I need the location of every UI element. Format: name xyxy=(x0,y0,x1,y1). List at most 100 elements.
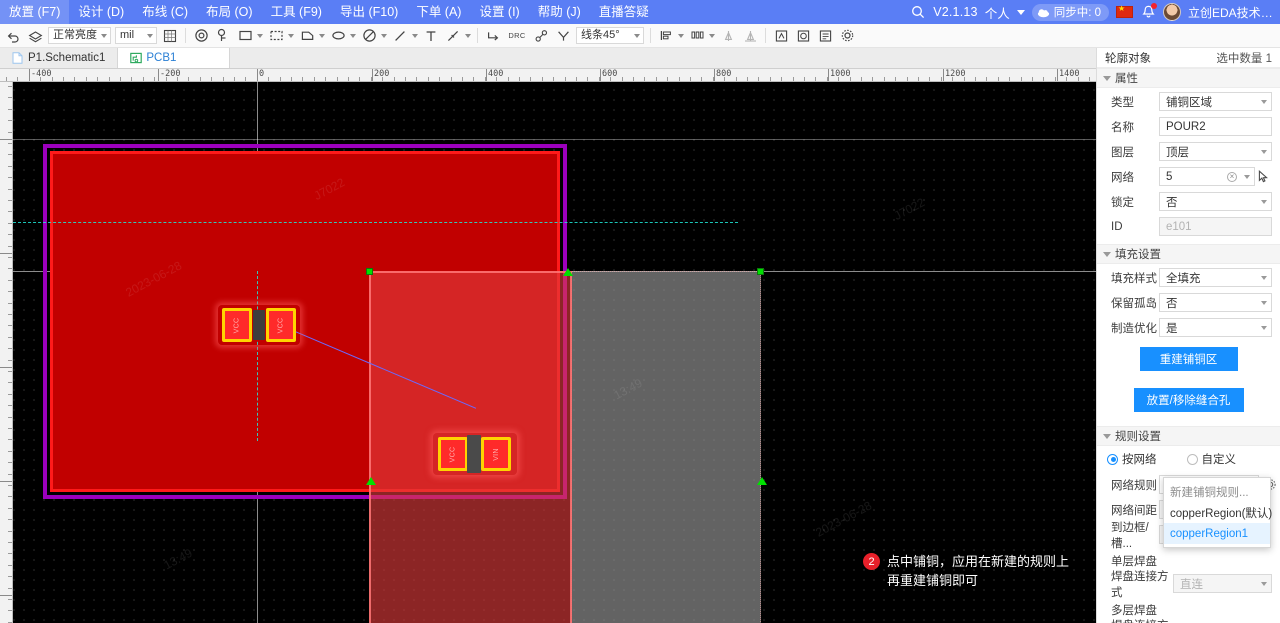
menu-live-qa[interactable]: 直播答疑 xyxy=(590,0,658,24)
ellipse-tool-dropdown[interactable] xyxy=(327,25,358,47)
stitching-via-button[interactable]: 放置/移除缝合孔 xyxy=(1133,388,1244,412)
dimension-icon[interactable] xyxy=(442,25,464,47)
align-tool-dropdown[interactable] xyxy=(655,25,686,47)
selection-handle-bottom-left[interactable] xyxy=(366,477,376,485)
distribute-tool-dropdown[interactable] xyxy=(686,25,717,47)
selection-handle-top-right[interactable] xyxy=(757,268,764,275)
no-copper-tool-dropdown[interactable] xyxy=(358,25,389,47)
net-picker-icon[interactable] xyxy=(1258,170,1270,183)
pad-c1-2[interactable]: VCC xyxy=(266,308,296,342)
fill-style-select[interactable]: 全填充 xyxy=(1159,268,1272,287)
measure-icon[interactable] xyxy=(552,25,574,47)
tab-schematic-label: P1.Schematic1 xyxy=(28,52,106,64)
type-select[interactable]: 铺铜区域 xyxy=(1159,92,1272,111)
3d-icon[interactable] xyxy=(792,25,814,47)
layer-select[interactable]: 顶层 xyxy=(1159,142,1272,161)
pcb-board-canvas[interactable]: VCC VCC VCC VIN 2023-06-28 J7022 13:49 2… xyxy=(13,82,1096,623)
ruler-tick-major xyxy=(0,481,12,482)
chevron-down-icon xyxy=(147,33,153,38)
pcb-canvas-area[interactable]: -400 -200 0 200 400 600 800 1000 1200 1400 xyxy=(0,69,1096,623)
distribute-icon[interactable] xyxy=(686,25,708,47)
unit-select[interactable]: mil xyxy=(115,27,157,44)
keep-island-select[interactable]: 否 xyxy=(1159,293,1272,312)
menu-route[interactable]: 布线 (C) xyxy=(133,0,197,24)
menu-export[interactable]: 导出 (F10) xyxy=(331,0,407,24)
via-icon[interactable] xyxy=(190,25,212,47)
net-select[interactable]: 5 × xyxy=(1159,167,1255,186)
sync-status-badge[interactable]: 同步中: 0 xyxy=(1031,3,1109,21)
dropdown-item-copper-region1[interactable]: copperRegion1 xyxy=(1164,523,1270,544)
tab-pcb[interactable]: PCB1 xyxy=(118,48,231,68)
menu-settings[interactable]: 设置 (I) xyxy=(470,0,528,24)
copper-region-dropdown[interactable] xyxy=(265,25,296,47)
dimension-tool-dropdown[interactable] xyxy=(442,25,473,47)
section-properties[interactable]: 属性 xyxy=(1097,68,1280,88)
polygon-tool-dropdown[interactable] xyxy=(296,25,327,47)
mirror-icon[interactable] xyxy=(739,25,761,47)
rule-mode-by-net[interactable]: 按网络 xyxy=(1107,451,1157,467)
menu-layout[interactable]: 布局 (O) xyxy=(197,0,262,24)
menu-help[interactable]: 帮助 (J) xyxy=(529,0,590,24)
rule-mode-custom[interactable]: 自定义 xyxy=(1186,451,1236,467)
component-body xyxy=(467,435,481,473)
brightness-select[interactable]: 正常亮度 xyxy=(48,27,111,44)
text-icon[interactable] xyxy=(420,25,442,47)
copper-region-gray[interactable] xyxy=(571,271,761,623)
vertical-ruler[interactable] xyxy=(0,82,13,623)
row-lock: 锁定 否 xyxy=(1097,190,1280,213)
pad-c2-vcc[interactable]: VCC xyxy=(438,437,468,471)
menu-order[interactable]: 下单 (A) xyxy=(407,0,470,24)
menu-design[interactable]: 设计 (D) xyxy=(69,0,133,24)
pad-c1-1[interactable]: VCC xyxy=(222,308,252,342)
selection-handle-top-mid[interactable] xyxy=(563,268,573,276)
no-copper-icon[interactable] xyxy=(358,25,380,47)
rebuild-copper-button[interactable]: 重建铺铜区 xyxy=(1139,347,1238,371)
tab-schematic[interactable]: P1.Schematic1 xyxy=(0,48,119,68)
lock-select[interactable]: 否 xyxy=(1159,192,1272,211)
menu-tools[interactable]: 工具 (F9) xyxy=(262,0,331,24)
selection-handle-top-left[interactable] xyxy=(366,268,373,275)
search-icon[interactable] xyxy=(910,4,926,20)
rect-icon[interactable] xyxy=(234,25,256,47)
single-pad-connect-select[interactable]: 直连 xyxy=(1173,574,1272,593)
layer-stack-icon[interactable] xyxy=(24,25,46,47)
pad-icon[interactable] xyxy=(212,25,234,47)
section-rules[interactable]: 规则设置 xyxy=(1097,426,1280,446)
dropdown-item-copper-region-default[interactable]: copperRegion(默认) xyxy=(1164,502,1272,523)
ruler-label: 400 xyxy=(488,69,504,79)
ellipse-icon[interactable] xyxy=(327,25,349,47)
rect-tool-dropdown[interactable] xyxy=(234,25,265,47)
name-input[interactable]: POUR2 xyxy=(1159,117,1272,136)
ruler-tick-major xyxy=(0,253,12,254)
net-icon[interactable] xyxy=(530,25,552,47)
username-label[interactable]: 立创EDA技术支... xyxy=(1188,4,1274,21)
line-icon[interactable] xyxy=(389,25,411,47)
pad-c2-vin[interactable]: VIN xyxy=(481,437,511,471)
notification-bell-icon[interactable] xyxy=(1140,3,1157,20)
china-flag-icon[interactable] xyxy=(1116,4,1133,18)
panel-icon[interactable] xyxy=(814,25,836,47)
polygon-icon[interactable] xyxy=(296,25,318,47)
avatar[interactable] xyxy=(1163,3,1181,21)
grid-icon[interactable] xyxy=(159,25,181,47)
section-fill[interactable]: 填充设置 xyxy=(1097,244,1280,264)
dropdown-item-new-rule[interactable]: 新建铺铜规则... xyxy=(1164,481,1270,502)
align-icon[interactable] xyxy=(655,25,677,47)
selection-handle-bottom-right[interactable] xyxy=(757,477,767,485)
line-mode-select[interactable]: 线条45° xyxy=(576,27,644,44)
chevron-down-icon[interactable] xyxy=(1016,9,1025,15)
clear-icon[interactable]: × xyxy=(1227,171,1237,182)
route-icon[interactable] xyxy=(482,25,504,47)
account-label[interactable]: 个人 xyxy=(985,3,1010,22)
net-rule-dropdown[interactable]: 新建铺铜规则... copperRegion(默认) copperRegion1 xyxy=(1163,477,1272,548)
drc-icon[interactable]: DRC xyxy=(504,25,530,47)
layer-icon[interactable] xyxy=(770,25,792,47)
manufacture-optimize-select[interactable]: 是 xyxy=(1159,318,1272,337)
flip-icon[interactable] xyxy=(717,25,739,47)
line-tool-dropdown[interactable] xyxy=(389,25,420,47)
horizontal-ruler[interactable]: -400 -200 0 200 400 600 800 1000 1200 1400 xyxy=(0,69,1096,82)
copper-region-icon[interactable] xyxy=(265,25,287,47)
gear-icon[interactable] xyxy=(836,25,858,47)
undo-icon[interactable] xyxy=(2,25,24,47)
menu-place[interactable]: 放置 (F7) xyxy=(0,0,70,24)
